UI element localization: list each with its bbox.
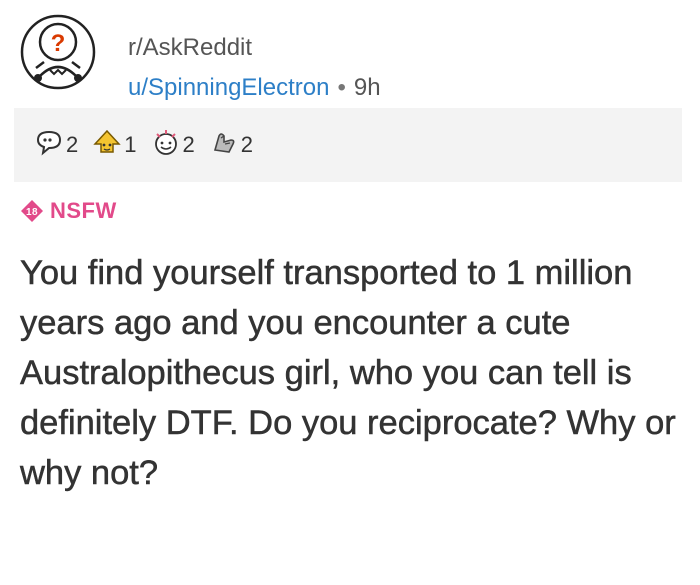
award-count: 2: [240, 132, 253, 157]
wholesome-award-icon: [151, 128, 181, 163]
award-wholesome[interactable]: 2: [151, 128, 195, 163]
subreddit-name[interactable]: r/AskReddit: [128, 34, 252, 62]
nsfw-18-badge-icon: 18: [21, 200, 43, 222]
post-meta: u/SpinningElectron • 9h: [128, 74, 381, 102]
nsfw-badge-text: 18: [26, 207, 38, 218]
bravo-award-icon: [209, 128, 239, 163]
meta-separator: •: [337, 74, 346, 101]
award-gold[interactable]: 1: [92, 128, 137, 163]
award-count: 2: [182, 132, 195, 157]
subreddit-avatar-icon[interactable]: ?: [20, 14, 96, 90]
gold-award-icon: [92, 128, 122, 163]
award-count: 2: [66, 132, 79, 157]
nsfw-label: NSFW: [50, 198, 117, 223]
nsfw-tag: 18 NSFW: [20, 198, 117, 224]
award-speech-bubble[interactable]: 2: [34, 128, 78, 163]
award-bravo[interactable]: 2: [209, 128, 253, 163]
post-age: 9h: [353, 74, 381, 101]
author-link[interactable]: u/SpinningElectron: [128, 74, 329, 101]
awards-bar[interactable]: 2 1 2 2: [14, 108, 682, 182]
speech-bubble-award-icon: [34, 128, 64, 163]
svg-text:?: ?: [51, 30, 66, 57]
post-title[interactable]: You find yourself transported to 1 milli…: [20, 248, 685, 498]
award-count: 1: [124, 132, 137, 157]
post-header: ? r/AskReddit u/SpinningElectron • 9h: [20, 14, 680, 101]
